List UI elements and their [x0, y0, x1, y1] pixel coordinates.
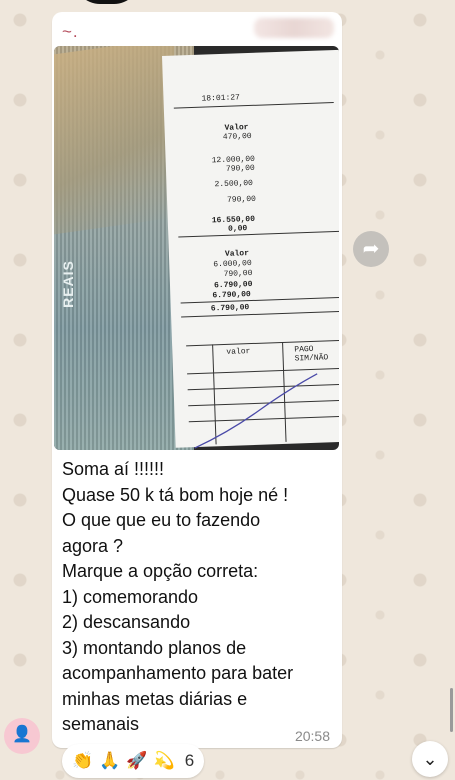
forward-icon: ➦: [362, 238, 380, 260]
receipt-value: 6.790,00: [212, 290, 251, 301]
chevron-down-icon: ⌄: [422, 749, 438, 769]
message-bubble[interactable]: ~. REAIS 18:01:27 Valor 470,00 12.000,00…: [52, 12, 342, 748]
scroll-down-button[interactable]: ⌄: [412, 741, 448, 777]
reactions-bar[interactable]: 👏 🙏 🚀 💫 6: [62, 744, 205, 778]
avatar[interactable]: 👤: [4, 718, 40, 754]
table-header: valor: [226, 347, 251, 357]
receipt-rule: [181, 310, 339, 318]
receipt-value: 790,00: [226, 194, 257, 205]
reaction-emoji: 🚀: [126, 751, 148, 770]
reaction-count: 6: [184, 751, 195, 770]
receipt-rule: [173, 102, 334, 109]
message-time: 20:58: [294, 728, 330, 744]
table-header: SIM/NÃO: [294, 353, 329, 364]
message-line: Marque a opção correta:: [62, 561, 259, 581]
receipt-value: 6.790,00: [213, 279, 253, 291]
receipt-value: 790,00: [223, 268, 253, 279]
message-line: Soma aí !!!!!!: [62, 459, 165, 479]
message-line: O que que eu to fazendo: [62, 510, 261, 530]
message-line: acompanhamento para bater: [62, 663, 294, 683]
pen-scribble: [194, 373, 318, 449]
message-line: minhas metas diárias e: [62, 688, 248, 709]
message-line: 3) montando planos de: [62, 637, 247, 658]
reaction-emoji: 💫: [153, 751, 175, 770]
message-line: 1) comemorando: [62, 586, 199, 607]
reaction-emoji: 👏: [72, 751, 94, 770]
receipt-value: 2.500,00: [214, 178, 254, 190]
receipt-rule: [178, 230, 339, 238]
message-line: 2) descansando: [62, 612, 191, 632]
receipt-paper: 18:01:27 Valor 470,00 12.000,00 790,00 2…: [162, 49, 339, 449]
message-line: Quase 50 k tá bom hoje né !: [62, 484, 289, 505]
receipt-value: 790,00: [225, 163, 255, 174]
reaction-emoji: 🙏: [99, 751, 121, 770]
sender-name[interactable]: ~.: [62, 22, 79, 42]
scrollbar[interactable]: [450, 688, 453, 732]
message-text: Soma aí !!!!!! Quase 50 k tá bom hoje né…: [62, 457, 332, 738]
forward-button[interactable]: ➦: [353, 231, 389, 267]
receipt-header: Valor: [224, 249, 250, 259]
banknote-top: [54, 46, 174, 235]
receipt-value: 6.000,00: [213, 258, 252, 270]
receipt-value: 470,00: [222, 131, 252, 142]
sender-phone-blurred: [254, 18, 334, 38]
banknote-label: REAIS: [59, 260, 76, 308]
receipt-value: 0,00: [227, 224, 248, 234]
message-line: semanais: [62, 714, 140, 734]
receipt-value: 6.790,00: [210, 303, 250, 314]
receipt-time: 18:01:27: [201, 93, 241, 104]
receipt-rule: [180, 296, 339, 304]
message-line: agora ?: [62, 535, 124, 556]
table-rule: [186, 339, 339, 347]
message-photo[interactable]: REAIS 18:01:27 Valor 470,00 12.000,00 79…: [54, 46, 339, 450]
person-icon: 👤: [12, 726, 32, 743]
